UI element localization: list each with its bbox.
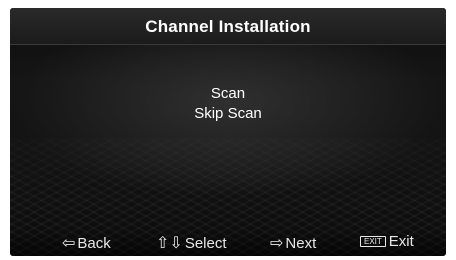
left-arrow-icon: ⇦	[62, 235, 76, 252]
page-title: Channel Installation	[145, 17, 311, 36]
right-arrow-icon: ⇨	[270, 235, 284, 252]
back-hint[interactable]: ⇦ Back	[62, 233, 111, 253]
menu-item-scan[interactable]: Scan	[10, 84, 446, 104]
up-down-arrow-icon: ⇧⇩	[156, 235, 183, 252]
title-bar: Channel Installation	[10, 8, 446, 45]
menu-item-skip-scan[interactable]: Skip Scan	[10, 104, 446, 124]
next-hint[interactable]: ⇨ Next	[270, 233, 316, 253]
exit-key-icon: EXIT	[360, 236, 386, 247]
menu-list: Scan Skip Scan	[10, 84, 446, 124]
exit-label: Exit	[388, 233, 414, 250]
next-label: Next	[285, 234, 317, 252]
exit-hint[interactable]: EXIT Exit	[360, 233, 414, 250]
select-hint[interactable]: ⇧⇩ Select	[156, 233, 227, 253]
tv-menu-screen: Channel Installation Scan Skip Scan	[10, 8, 446, 256]
back-label: Back	[77, 234, 111, 252]
select-label: Select	[184, 234, 227, 252]
